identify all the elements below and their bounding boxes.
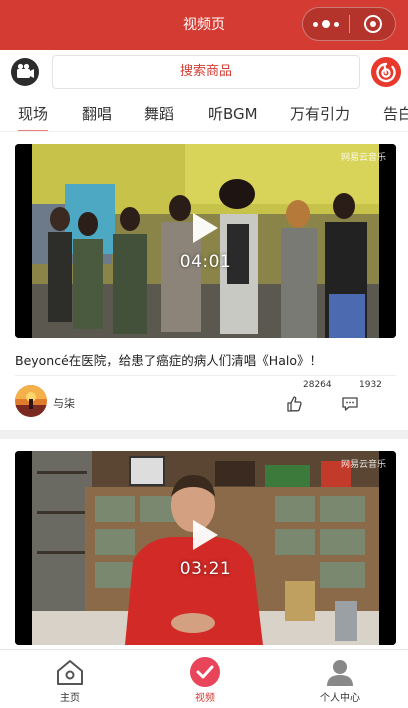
- person-icon: [327, 660, 353, 686]
- video-duration: 03:21: [179, 559, 232, 579]
- home-icon: [57, 660, 83, 685]
- top-bar: 视频页: [0, 0, 408, 50]
- video-feed: 网易云音乐 04:01 Beyoncé在医院，给患了癌症的病人们清唱《Halo》…: [0, 133, 408, 649]
- mini-program-capsule: [302, 7, 396, 41]
- video-camera-icon[interactable]: [10, 57, 40, 87]
- video-player[interactable]: 网易云音乐 04:01: [15, 144, 396, 338]
- category-tabs: 现场 翻唱 舞蹈 听BGM 万有引力 告白: [0, 96, 408, 132]
- tab-dance[interactable]: 舞蹈: [144, 103, 174, 124]
- tab-bgm[interactable]: 听BGM: [208, 103, 258, 124]
- author-name[interactable]: 与柒: [53, 395, 75, 411]
- nav-video[interactable]: 视频: [137, 650, 273, 708]
- more-menu-button[interactable]: [303, 8, 349, 40]
- tab-confession[interactable]: 告白: [383, 103, 408, 124]
- tab-cover[interactable]: 翻唱: [82, 103, 112, 124]
- video-duration: 04:01: [179, 252, 232, 272]
- video-player[interactable]: 网易云音乐 03:21: [15, 451, 396, 645]
- target-icon: [363, 15, 382, 33]
- nav-profile-label: 个人中心: [320, 693, 360, 704]
- search-row: 搜索商品: [0, 50, 408, 96]
- comment-count: 1932: [359, 380, 382, 390]
- netease-music-logo-icon[interactable]: [370, 56, 402, 88]
- card-divider: [0, 430, 408, 439]
- video-icon: [190, 657, 220, 687]
- comment-icon[interactable]: [341, 395, 359, 413]
- video-title[interactable]: Beyoncé在医院，给患了癌症的病人们清唱《Halo》！: [15, 350, 322, 369]
- thumbs-up-icon[interactable]: [286, 395, 304, 413]
- video-meta-row: 与柒 28264 1932: [15, 375, 396, 419]
- tab-live[interactable]: 现场: [18, 103, 49, 131]
- tab-gravity[interactable]: 万有引力: [290, 103, 350, 124]
- play-icon[interactable]: [193, 213, 218, 243]
- play-icon[interactable]: [193, 520, 218, 550]
- watermark: 网易云音乐: [340, 460, 386, 470]
- nav-home-label: 主页: [60, 693, 80, 704]
- search-input[interactable]: 搜索商品: [52, 55, 360, 89]
- close-program-button[interactable]: [350, 15, 395, 33]
- bottom-navigation: 主页 视频 个人中心: [0, 649, 408, 708]
- like-count: 28264: [303, 380, 332, 390]
- nav-profile[interactable]: 个人中心: [272, 650, 408, 708]
- nav-home[interactable]: 主页: [2, 650, 138, 708]
- nav-video-label: 视频: [195, 693, 215, 704]
- watermark: 网易云音乐: [340, 153, 386, 163]
- avatar[interactable]: [15, 385, 47, 417]
